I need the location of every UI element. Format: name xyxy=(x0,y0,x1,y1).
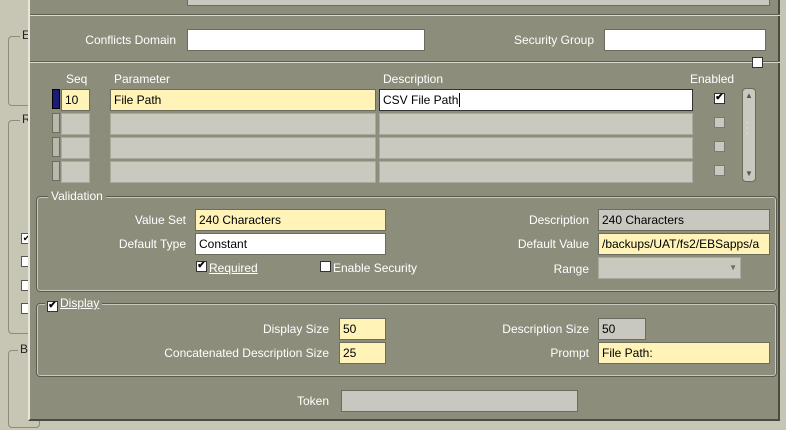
security-group-field[interactable] xyxy=(604,29,766,51)
column-header-parameter: Parameter xyxy=(114,72,171,86)
default-type-label: Default Type xyxy=(118,237,186,251)
enabled-checkbox-row-2[interactable] xyxy=(714,117,725,128)
row-indicator-2[interactable] xyxy=(52,113,60,133)
required-label[interactable]: Required xyxy=(209,261,258,275)
enabled-checkbox-row-4[interactable] xyxy=(714,165,725,176)
separator-top-highlight xyxy=(30,15,780,16)
validation-description-label: Description xyxy=(528,213,589,227)
grid-scrollbar[interactable]: ▲ ⁚ ⁚ ▼ xyxy=(742,88,756,182)
description-size-field: 50 xyxy=(598,318,646,340)
column-header-enabled: Enabled xyxy=(690,72,735,86)
display-group-header: ✔ Display xyxy=(45,296,103,312)
prompt-label: Prompt xyxy=(550,346,589,360)
parameter-cell[interactable] xyxy=(110,113,376,135)
scroll-down-icon[interactable]: ▼ xyxy=(745,169,753,178)
enable-security-label[interactable]: Enable Security xyxy=(333,261,417,275)
display-checkbox[interactable]: ✔ xyxy=(47,301,58,312)
description-cell-text: CSV File Path xyxy=(383,93,459,107)
parameter-cell[interactable]: File Path xyxy=(110,89,376,111)
row-indicator-1[interactable] xyxy=(52,89,60,109)
range-select[interactable]: ▼ xyxy=(598,257,741,279)
concatenated-description-size-field[interactable]: 25 xyxy=(339,342,386,364)
description-cell[interactable]: CSV File Path xyxy=(379,89,693,111)
conflicts-domain-label: Conflicts Domain xyxy=(85,33,176,47)
default-type-field[interactable]: Constant xyxy=(195,233,386,255)
seq-cell[interactable] xyxy=(61,161,90,183)
enabled-checkbox-row-1[interactable]: ✔ xyxy=(714,93,725,104)
token-label: Token xyxy=(296,394,329,408)
display-group-title[interactable]: Display xyxy=(60,296,99,310)
default-value-field[interactable]: /backups/UAT/fs2/EBSapps/a xyxy=(598,233,770,255)
parameter-cell[interactable] xyxy=(110,161,376,183)
value-set-label: Value Set xyxy=(134,213,186,227)
validation-group-title: Validation xyxy=(48,189,106,203)
seq-cell[interactable]: 10 xyxy=(61,89,90,111)
description-cell[interactable] xyxy=(379,161,693,183)
grid-select-all-box[interactable] xyxy=(752,57,763,68)
enable-security-checkbox[interactable] xyxy=(320,261,331,272)
column-header-seq: Seq xyxy=(66,72,88,86)
description-cell[interactable] xyxy=(379,113,693,135)
description-size-label: Description Size xyxy=(502,322,589,336)
column-header-description: Description xyxy=(383,72,444,86)
validation-description-field: 240 Characters xyxy=(598,209,770,231)
description-cell[interactable] xyxy=(379,137,693,159)
scroll-up-icon[interactable]: ▲ xyxy=(745,91,753,100)
enabled-checkbox-row-3[interactable] xyxy=(714,141,725,152)
row-indicator-4[interactable] xyxy=(52,161,60,181)
separator-mid-highlight xyxy=(30,62,780,63)
default-value-label: Default Value xyxy=(517,237,589,251)
text-cursor xyxy=(459,93,461,107)
token-field xyxy=(341,390,578,412)
display-group xyxy=(36,303,777,377)
top-clipped-field xyxy=(187,0,770,6)
seq-cell[interactable] xyxy=(61,137,90,159)
range-label: Range xyxy=(553,262,589,276)
concatenated-description-size-label: Concatenated Description Size xyxy=(164,346,329,360)
parameter-cell[interactable] xyxy=(110,137,376,159)
display-size-field[interactable]: 50 xyxy=(339,318,386,340)
scroll-grip-icon[interactable]: ⁚ ⁚ xyxy=(746,122,749,136)
value-set-field[interactable]: 240 Characters xyxy=(195,209,386,231)
display-size-label: Display Size xyxy=(262,322,329,336)
row-indicator-3[interactable] xyxy=(52,137,60,157)
seq-cell[interactable] xyxy=(61,113,90,135)
chevron-down-icon[interactable]: ▼ xyxy=(729,258,737,278)
prompt-field[interactable]: File Path: xyxy=(598,342,770,364)
required-checkbox[interactable]: ✔ xyxy=(196,261,207,272)
conflicts-domain-field[interactable] xyxy=(187,29,425,51)
security-group-label: Security Group xyxy=(513,33,594,47)
